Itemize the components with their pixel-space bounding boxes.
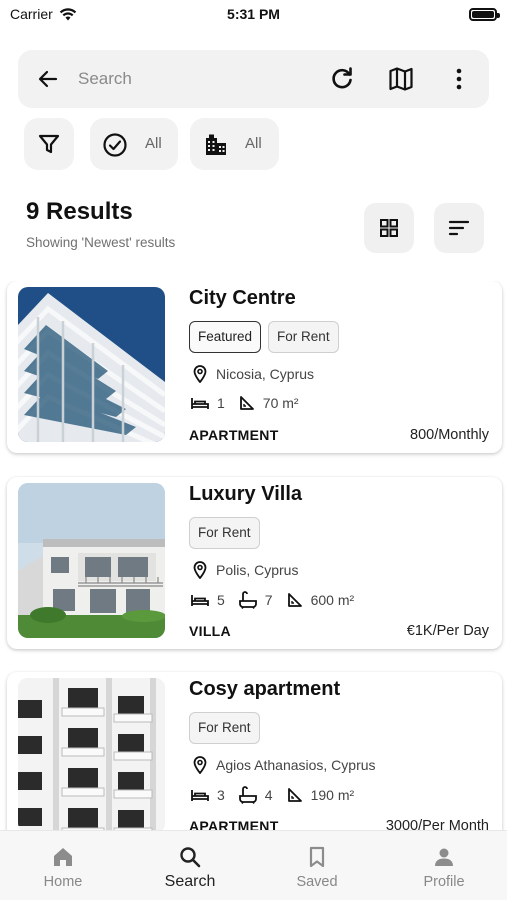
listing-location: Agios Athanasios, Cyprus bbox=[193, 756, 376, 774]
listing-specs: 5 7 600 m² bbox=[191, 591, 368, 609]
area-value: 190 m² bbox=[310, 787, 355, 803]
tab-search[interactable]: Search bbox=[127, 831, 253, 900]
home-icon bbox=[54, 848, 72, 866]
bedroom-count: 3 bbox=[217, 787, 225, 803]
bed-icon bbox=[191, 398, 209, 409]
featured-tag: Featured bbox=[189, 321, 262, 353]
listing-price: 800/Monthly bbox=[410, 427, 489, 443]
back-arrow-icon[interactable] bbox=[36, 67, 60, 91]
search-input[interactable]: Search bbox=[78, 69, 132, 89]
listing-specs: 1 70 m² bbox=[191, 395, 313, 411]
clock: 5:31 PM bbox=[227, 6, 280, 22]
for-rent-tag: For Rent bbox=[189, 712, 260, 744]
area-value: 600 m² bbox=[310, 592, 355, 608]
listing-title: Cosy apartment bbox=[189, 678, 341, 700]
bed-icon bbox=[191, 790, 209, 801]
listing-card[interactable]: Luxury Villa For Rent Polis, Cyprus 5 7 … bbox=[7, 477, 502, 649]
bathtub-icon bbox=[238, 786, 257, 804]
listing-card[interactable]: Cosy apartment For Rent Agios Athanasios… bbox=[7, 672, 502, 831]
tab-home-label: Home bbox=[43, 874, 83, 890]
listing-specs: 3 4 190 m² bbox=[191, 786, 368, 804]
tab-saved[interactable]: Saved bbox=[254, 831, 380, 900]
status-filter-chip[interactable]: All bbox=[90, 118, 178, 170]
bed-icon bbox=[191, 595, 209, 606]
listing-tags: For Rent bbox=[189, 517, 260, 549]
tab-search-label: Search bbox=[164, 873, 216, 890]
bathroom-count: 7 bbox=[264, 592, 273, 608]
results-count: 9 Results bbox=[26, 198, 133, 225]
listing-title: City Centre bbox=[189, 287, 296, 309]
type-filter-chip[interactable]: All bbox=[190, 118, 279, 170]
buildings-icon bbox=[206, 134, 226, 155]
location-pin-icon bbox=[193, 756, 207, 774]
sort-icon bbox=[448, 220, 470, 236]
grid-icon bbox=[380, 219, 398, 237]
for-rent-tag: For Rent bbox=[189, 517, 260, 549]
results-sort-caption: Showing 'Newest' results bbox=[26, 235, 176, 250]
tab-profile-label: Profile bbox=[423, 874, 465, 890]
map-icon[interactable] bbox=[387, 65, 415, 93]
location-text: Nicosia, Cyprus bbox=[216, 366, 315, 382]
refresh-icon[interactable] bbox=[328, 65, 356, 93]
tab-saved-label: Saved bbox=[296, 874, 338, 890]
location-text: Polis, Cyprus bbox=[216, 562, 299, 578]
person-icon bbox=[435, 848, 453, 866]
listing-price: €1K/Per Day bbox=[406, 623, 489, 639]
bedroom-count: 5 bbox=[217, 592, 225, 608]
listing-photo bbox=[18, 483, 165, 638]
listing-location: Polis, Cyprus bbox=[193, 561, 298, 579]
tab-home[interactable]: Home bbox=[0, 831, 126, 900]
check-circle-icon bbox=[103, 133, 127, 157]
type-filter-value: All bbox=[245, 135, 262, 152]
location-pin-icon bbox=[193, 561, 207, 579]
funnel-icon bbox=[38, 134, 60, 154]
listing-tags: Featured For Rent bbox=[189, 321, 339, 353]
results-list: City Centre Featured For Rent Nicosia, C… bbox=[0, 281, 507, 831]
status-filter-value: All bbox=[145, 135, 162, 152]
listing-photo bbox=[18, 678, 165, 831]
location-pin-icon bbox=[193, 365, 207, 383]
listing-card[interactable]: City Centre Featured For Rent Nicosia, C… bbox=[7, 281, 502, 453]
area-value: 70 m² bbox=[262, 395, 299, 411]
listing-title: Luxury Villa bbox=[189, 483, 303, 505]
area-icon bbox=[287, 593, 302, 607]
listing-tags: For Rent bbox=[189, 712, 260, 744]
property-type: APARTMENT bbox=[189, 427, 279, 443]
sort-button[interactable] bbox=[434, 203, 484, 253]
for-rent-tag: For Rent bbox=[268, 321, 339, 353]
filter-button[interactable] bbox=[24, 118, 74, 170]
bathroom-count: 4 bbox=[264, 787, 273, 803]
more-vertical-icon[interactable] bbox=[445, 65, 473, 93]
bottom-tab-bar: Home Search Saved Profile bbox=[0, 830, 507, 900]
listing-location: Nicosia, Cyprus bbox=[193, 365, 314, 383]
search-icon bbox=[180, 847, 201, 868]
search-bar: Search bbox=[18, 50, 489, 108]
area-icon bbox=[239, 396, 254, 410]
bathtub-icon bbox=[238, 591, 257, 609]
location-text: Agios Athanasios, Cyprus bbox=[216, 757, 376, 773]
tab-profile[interactable]: Profile bbox=[381, 831, 507, 900]
listing-photo bbox=[18, 287, 165, 442]
status-bar: Carrier 5:31 PM bbox=[0, 0, 507, 30]
bookmark-icon bbox=[309, 846, 325, 868]
battery-icon bbox=[469, 8, 500, 21]
grid-view-button[interactable] bbox=[364, 203, 414, 253]
property-type: VILLA bbox=[189, 623, 231, 639]
bedroom-count: 1 bbox=[217, 395, 225, 411]
area-icon bbox=[287, 788, 302, 802]
